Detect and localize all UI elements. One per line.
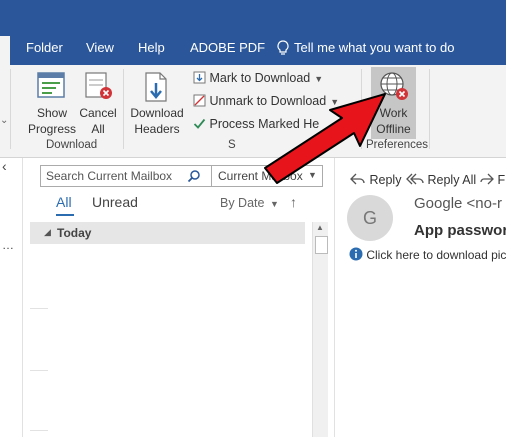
collapse-left-icon[interactable]: ‹: [2, 158, 7, 174]
tab-folder[interactable]: Folder: [26, 40, 63, 55]
dropdown-chevron-icon: ▼: [330, 97, 340, 107]
collapse-triangle-icon[interactable]: ◢: [44, 227, 51, 238]
forward-button[interactable]: F: [480, 172, 505, 187]
active-tab-edge[interactable]: [0, 36, 10, 65]
list-divider: [30, 430, 48, 431]
tell-me-label: Tell me what you want to do: [294, 40, 455, 55]
reply-all-button[interactable]: Reply All: [406, 172, 476, 187]
more-dots-icon[interactable]: …: [2, 238, 14, 252]
group-label: Today: [57, 226, 92, 240]
process-marked-headers-button[interactable]: Process Marked He: [193, 117, 319, 131]
show-progress-button[interactable]: Show Progress: [26, 105, 78, 137]
scroll-up-icon[interactable]: ▲: [316, 223, 324, 232]
group-label-server: S: [228, 139, 236, 151]
list-divider: [30, 308, 48, 309]
group-label-download: Download: [46, 139, 98, 151]
lightbulb-icon: [277, 40, 289, 55]
reading-pane-divider: [334, 158, 335, 437]
process-marked-label: Process Marked He: [209, 117, 320, 131]
sender-name: Google <no-r: [414, 195, 502, 212]
show-progress-icon: [37, 72, 65, 98]
reply-icon: [350, 173, 365, 185]
reply-button[interactable]: Reply: [350, 172, 401, 187]
avatar[interactable]: G: [347, 195, 393, 241]
ribbon: ⌄ Show Progress Cancel All Download Down…: [0, 65, 506, 158]
cancel-all-label-1: Cancel: [79, 106, 117, 120]
ribbon-tab-bar: Folder View Help ADOBE PDF Tell me what …: [0, 0, 506, 65]
folder-pane[interactable]: ‹ …: [0, 158, 23, 437]
download-headers-button[interactable]: Download Headers: [128, 105, 186, 137]
search-icon[interactable]: [187, 169, 201, 183]
cancel-all-button[interactable]: Cancel All: [76, 105, 120, 137]
reply-label: Reply: [369, 173, 402, 187]
unmark-to-download-button[interactable]: Unmark to Download ▼: [193, 94, 339, 108]
filter-all[interactable]: All: [56, 194, 72, 210]
group-separator: [123, 69, 124, 149]
cancel-all-icon: [85, 72, 112, 99]
dropdown-chevron-icon: ▼: [314, 74, 324, 84]
download-headers-icon: [145, 72, 167, 102]
mark-download-icon: [193, 71, 206, 84]
tab-help[interactable]: Help: [138, 40, 165, 55]
group-separator: [429, 69, 430, 149]
scroll-thumb[interactable]: [315, 236, 328, 254]
globe-offline-icon: [380, 72, 408, 100]
work-offline-label-2: Offline: [376, 122, 411, 136]
collapse-chevron-icon[interactable]: ⌄: [0, 115, 8, 126]
group-header-today[interactable]: ◢ Today: [30, 222, 305, 244]
filter-underline: [56, 214, 74, 216]
search-input[interactable]: Search Current Mailbox: [40, 165, 212, 187]
message-subject: App passwor: [414, 222, 506, 239]
sort-by-date[interactable]: By Date ▼: [220, 196, 279, 210]
show-progress-label-2: Progress: [27, 122, 77, 136]
group-separator: [10, 69, 11, 149]
filter-unread[interactable]: Unread: [92, 194, 138, 210]
tab-adobe-pdf[interactable]: ADOBE PDF: [190, 40, 265, 55]
sort-direction-icon[interactable]: ↑: [290, 194, 297, 210]
download-headers-label-1: Download: [130, 106, 184, 120]
sort-label: By Date: [220, 196, 265, 210]
work-offline-label-1: Work: [379, 106, 408, 120]
forward-icon: [480, 173, 494, 185]
list-divider: [30, 370, 48, 371]
cancel-all-label-2: All: [91, 122, 105, 136]
scrollbar[interactable]: ▲: [312, 222, 328, 437]
tell-me-box[interactable]: Tell me what you want to do: [277, 40, 455, 55]
search-placeholder: Search Current Mailbox: [46, 169, 173, 183]
mark-to-download-label: Mark to Download: [209, 71, 311, 85]
work-offline-button[interactable]: Work Offline: [371, 67, 416, 139]
tab-view[interactable]: View: [86, 40, 114, 55]
mark-to-download-button[interactable]: Mark to Download ▼: [193, 71, 323, 85]
info-text: Click here to download pic: [366, 248, 506, 262]
search-scope-dropdown[interactable]: Current Mailbox ▼: [211, 165, 323, 187]
show-progress-label-1: Show: [36, 106, 68, 120]
reply-all-icon: [406, 173, 424, 185]
unmark-download-icon: [193, 94, 206, 107]
info-icon: [349, 247, 363, 261]
download-headers-label-2: Headers: [134, 122, 180, 136]
checkmark-icon: [193, 118, 206, 129]
chevron-down-icon: ▼: [269, 199, 279, 209]
group-separator: [361, 69, 362, 149]
download-pictures-infobar[interactable]: Click here to download pic: [349, 247, 506, 262]
scope-label: Current Mailbox: [218, 169, 303, 183]
group-label-preferences: Preferences: [366, 139, 429, 151]
forward-label: F: [497, 173, 506, 187]
chevron-down-icon: ▼: [308, 170, 317, 180]
reply-all-label: Reply All: [427, 173, 477, 187]
unmark-to-download-label: Unmark to Download: [209, 94, 327, 108]
